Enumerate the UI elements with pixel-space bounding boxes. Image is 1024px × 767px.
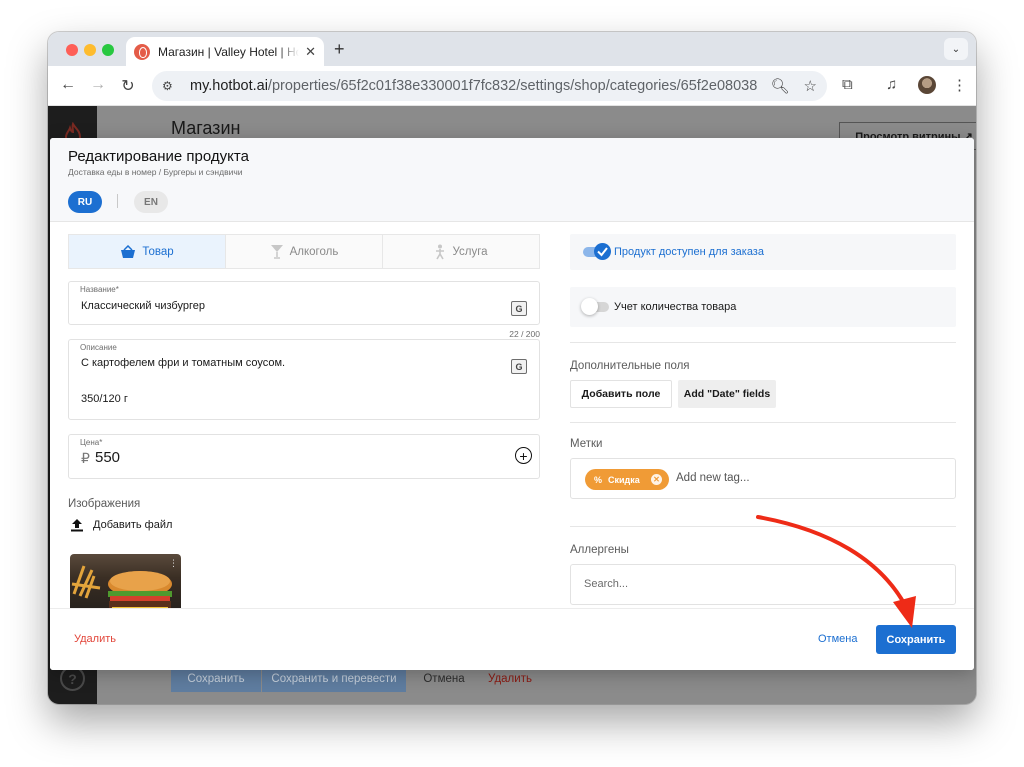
lang-en-button[interactable]: EN	[134, 191, 168, 213]
person-icon	[436, 244, 445, 259]
add-field-button[interactable]: Добавить поле	[570, 380, 672, 408]
dialog-footer: Удалить Отмена Сохранить	[50, 608, 974, 670]
percent-icon: %	[594, 474, 603, 485]
tab-title: Магазин | Valley Hotel | Hotbot	[158, 44, 300, 59]
dialog-header: Редактирование продукта Доставка еды в н…	[50, 138, 974, 222]
delete-button[interactable]: Удалить	[74, 633, 116, 645]
page-viewport: ? Магазин Просмотр витрины ↗ Сохранить С…	[48, 106, 976, 704]
add-file-label: Добавить файл	[93, 519, 173, 531]
edit-product-dialog: Редактирование продукта Доставка еды в н…	[50, 138, 974, 670]
available-label: Продукт доступен для заказа	[614, 246, 764, 258]
url-host: my.hotbot.ai	[190, 78, 268, 94]
browser-toolbar: ← → ↻ ⚙ my.hotbot.ai/properties/65f2c01f…	[48, 66, 976, 106]
more-menu-icon[interactable]: ⋮	[952, 76, 967, 94]
divider	[570, 526, 956, 527]
minimize-window-button[interactable]	[84, 44, 96, 56]
tab-product-label: Товар	[142, 245, 174, 258]
price-field[interactable]: Цена* ₽ 550 +	[68, 434, 540, 479]
burger-photo: ⋮⋮	[71, 559, 181, 611]
product-type-tabs: Товар Алкоголь Услуга	[68, 234, 540, 269]
allergens-search-input[interactable]: Search...	[570, 564, 956, 605]
images-section-label: Изображения	[68, 498, 141, 510]
divider	[570, 342, 956, 343]
site-settings-icon[interactable]: ⚙	[162, 79, 178, 93]
url-text[interactable]: my.hotbot.ai/properties/65f2c01f38e33000…	[190, 78, 757, 94]
upload-icon	[71, 519, 83, 532]
remove-tag-icon[interactable]: ✕	[651, 474, 662, 485]
basket-icon	[121, 244, 136, 258]
zoom-window-button[interactable]	[102, 44, 114, 56]
product-description-field[interactable]: Описание С картофелем фри и томатным соу…	[68, 339, 540, 420]
bookmark-star-icon[interactable]: ☆	[804, 77, 817, 95]
forward-arrow-icon[interactable]: →	[88, 76, 108, 94]
product-name-field[interactable]: Название* Классический чизбургер G	[68, 281, 540, 325]
tab-alcohol-label: Алкоголь	[289, 245, 339, 258]
allergens-placeholder: Search...	[584, 578, 629, 590]
lang-divider	[117, 194, 118, 208]
browser-window: Магазин | Valley Hotel | Hotbot ✕ + ⌄ ← …	[48, 32, 976, 704]
description-line-2: 350/120 г	[81, 393, 128, 405]
save-button[interactable]: Сохранить	[876, 625, 956, 654]
tab-service-label: Услуга	[452, 245, 488, 258]
reload-icon[interactable]: ↻	[118, 76, 138, 96]
media-control-icon[interactable]: ♫	[886, 76, 897, 93]
add-circle-icon[interactable]: +	[515, 447, 532, 464]
tags-label: Метки	[570, 438, 603, 450]
cocktail-icon	[270, 245, 283, 259]
currency-symbol: ₽	[81, 450, 90, 466]
divider	[570, 422, 956, 423]
dialog-title: Редактирование продукта	[68, 148, 249, 165]
svg-text:⋮⋮: ⋮⋮	[169, 559, 181, 569]
tag-chip-discount[interactable]: % Скидка ✕	[585, 469, 669, 490]
price-value: 550	[95, 449, 121, 466]
tab-product[interactable]: Товар	[69, 235, 226, 268]
price-label: Цена*	[80, 438, 103, 447]
product-name-value: Классический чизбургер	[81, 300, 205, 312]
cancel-button[interactable]: Отмена	[818, 633, 857, 645]
available-for-order-row[interactable]: Продукт доступен для заказа	[570, 234, 956, 270]
tags-input[interactable]: % Скидка ✕ Add new tag...	[570, 458, 956, 499]
extensions-puzzle-icon[interactable]: ⧉	[842, 76, 853, 93]
lang-ru-button[interactable]: RU	[68, 191, 102, 213]
browser-tab[interactable]: Магазин | Valley Hotel | Hotbot ✕	[126, 37, 324, 66]
stock-toggle[interactable]	[581, 298, 609, 315]
profile-avatar[interactable]	[918, 76, 936, 94]
hotbot-favicon-icon	[134, 43, 150, 60]
stock-label: Учет количества товара	[614, 301, 737, 313]
description-label: Описание	[80, 343, 117, 352]
tab-alcohol[interactable]: Алкоголь	[226, 235, 383, 268]
close-tab-icon[interactable]: ✕	[305, 44, 316, 60]
allergens-label: Аллергены	[570, 544, 629, 556]
tag-chip-label: Скидка	[608, 474, 640, 485]
zoom-magnifier-icon[interactable]: 🔍︎	[771, 77, 790, 95]
close-window-button[interactable]	[66, 44, 78, 56]
translate-icon[interactable]: G	[511, 301, 527, 316]
translate-icon[interactable]: G	[511, 359, 527, 374]
add-date-fields-button[interactable]: Add "Date" fields	[678, 380, 776, 408]
breadcrumb: Доставка еды в номер / Бургеры и сэндвич…	[68, 167, 243, 177]
url-path: /properties/65f2c01f38e330001f7fc832/set…	[267, 78, 757, 94]
toggle-check-icon	[594, 243, 611, 260]
back-arrow-icon[interactable]: ←	[58, 76, 78, 94]
available-toggle[interactable]	[583, 243, 611, 260]
add-file-button[interactable]: Добавить файл	[70, 518, 172, 532]
toggle-knob	[581, 298, 598, 315]
tab-strip: Магазин | Valley Hotel | Hotbot ✕ + ⌄	[48, 32, 976, 66]
address-bar[interactable]: ⚙ my.hotbot.ai/properties/65f2c01f38e330…	[152, 71, 827, 101]
new-tab-icon[interactable]: +	[334, 39, 345, 60]
product-image-thumbnail[interactable]: ⋮⋮	[70, 554, 181, 614]
tab-search-chevron-icon[interactable]: ⌄	[944, 38, 968, 60]
tag-input-placeholder: Add new tag...	[676, 472, 750, 484]
description-char-counter: 22 / 200	[509, 329, 540, 339]
product-name-label: Название*	[80, 285, 119, 294]
page-title: Магазин	[171, 118, 241, 138]
extra-fields-label: Дополнительные поля	[570, 360, 690, 372]
description-line-1: С картофелем фри и томатным соусом.	[81, 357, 286, 369]
tab-service[interactable]: Услуга	[383, 235, 539, 268]
stock-tracking-row[interactable]: Учет количества товара	[570, 287, 956, 327]
